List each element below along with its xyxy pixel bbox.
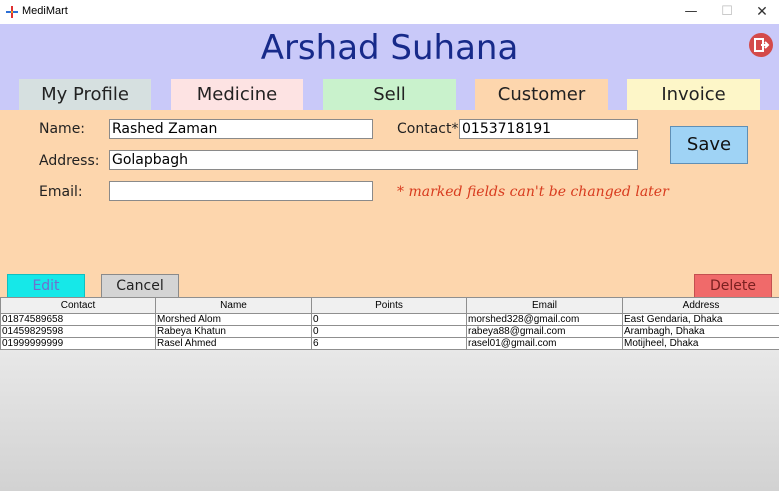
tab-my-profile[interactable]: My Profile — [19, 79, 151, 110]
medimart-logo-icon — [6, 6, 18, 18]
close-button[interactable]: ✕ — [744, 0, 779, 24]
table-row[interactable]: 01999999999 Rasel Ahmed 6 rasel01@gmail.… — [0, 337, 779, 350]
column-header-name[interactable]: Name — [155, 297, 312, 314]
customer-table[interactable]: Contact Name Points Email Address 018745… — [0, 297, 779, 350]
cell-address: Motijheel, Dhaka — [622, 337, 779, 350]
required-fields-note: * marked fields can't be changed later — [397, 184, 669, 200]
maximize-button[interactable]: ☐ — [709, 0, 745, 24]
cell-points: 0 — [311, 325, 467, 338]
contact-field[interactable]: 0153718191 — [459, 119, 638, 139]
column-header-contact[interactable]: Contact — [0, 297, 156, 314]
edit-button[interactable]: Edit — [7, 274, 85, 298]
cell-points: 6 — [311, 337, 467, 350]
cell-email: rabeya88@gmail.com — [466, 325, 623, 338]
cell-contact: 01999999999 — [0, 337, 156, 350]
tab-medicine[interactable]: Medicine — [171, 79, 303, 110]
cancel-button[interactable]: Cancel — [101, 274, 179, 298]
cell-email: morshed328@gmail.com — [466, 313, 623, 326]
column-header-points[interactable]: Points — [311, 297, 467, 314]
cell-points: 0 — [311, 313, 467, 326]
delete-button[interactable]: Delete — [694, 274, 772, 298]
column-header-address[interactable]: Address — [622, 297, 779, 314]
email-field[interactable] — [109, 181, 373, 201]
cell-email: rasel01@gmail.com — [466, 337, 623, 350]
name-field[interactable]: Rashed Zaman — [109, 119, 373, 139]
save-button[interactable]: Save — [670, 126, 748, 164]
cell-name: Rabeya Khatun — [155, 325, 312, 338]
contact-label: Contact*: — [397, 121, 464, 137]
tab-customer[interactable]: Customer — [475, 79, 608, 110]
tab-invoice[interactable]: Invoice — [627, 79, 760, 110]
logout-button[interactable] — [749, 33, 773, 57]
address-field[interactable]: Golapbagh — [109, 150, 638, 170]
name-label: Name: — [39, 121, 86, 137]
cell-name: Morshed Alom — [155, 313, 312, 326]
minimize-button[interactable]: — — [673, 0, 709, 24]
table-header-row: Contact Name Points Email Address — [0, 297, 779, 314]
cell-name: Rasel Ahmed — [155, 337, 312, 350]
tab-sell[interactable]: Sell — [323, 79, 456, 110]
email-label: Email: — [39, 184, 83, 200]
address-label: Address: — [39, 153, 100, 169]
user-name-heading: Arshad Suhana — [260, 28, 519, 68]
window-titlebar — [0, 0, 779, 24]
cell-contact: 01874589658 — [0, 313, 156, 326]
logout-icon — [754, 38, 770, 52]
table-row[interactable]: 01874589658 Morshed Alom 0 morshed328@gm… — [0, 313, 779, 326]
table-row[interactable]: 01459829598 Rabeya Khatun 0 rabeya88@gma… — [0, 325, 779, 338]
cell-address: East Gendaria, Dhaka — [622, 313, 779, 326]
cell-contact: 01459829598 — [0, 325, 156, 338]
window-title: MediMart — [22, 5, 68, 17]
column-header-email[interactable]: Email — [466, 297, 623, 314]
cell-address: Arambagh, Dhaka — [622, 325, 779, 338]
